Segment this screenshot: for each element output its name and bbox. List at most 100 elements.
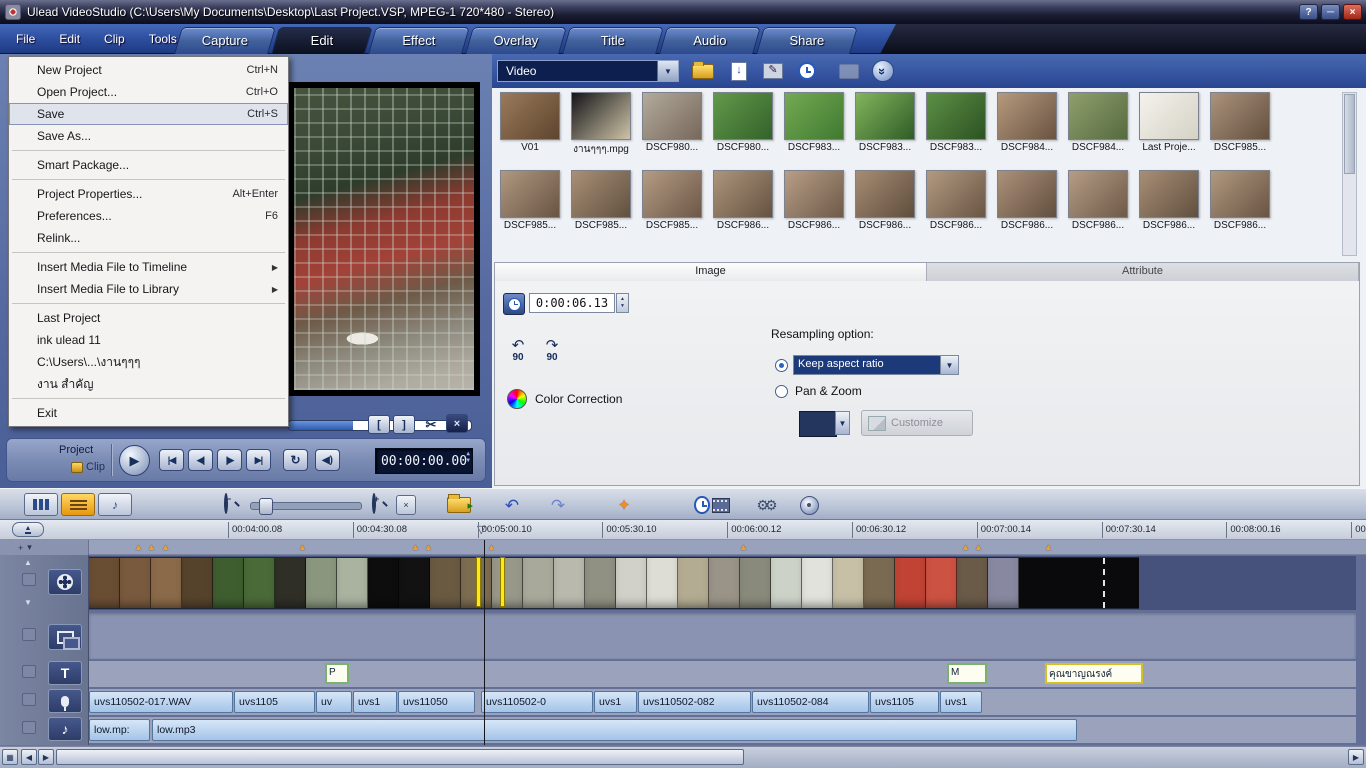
file-menu-item[interactable]: Insert Media File to Library ▶ — [9, 278, 288, 300]
video-frame-thumbnail[interactable] — [554, 558, 585, 608]
zoom-slider-thumb[interactable] — [259, 498, 273, 515]
redo-button[interactable]: ↷ — [544, 493, 572, 517]
library-thumbnail[interactable]: งานๆๆๆ.mpg — [569, 92, 633, 157]
timeline-ruler[interactable]: ▲ ▽ 00:04:00.08 00:04:30.08 00:05:00.10 00:… — [0, 520, 1366, 540]
video-frame-thumbnail[interactable] — [740, 558, 771, 608]
library-thumbnail[interactable]: DSCF985... — [1208, 92, 1272, 157]
undo-button[interactable]: ↶ — [498, 493, 526, 517]
scroll-right-end-button[interactable]: ▶ — [1348, 749, 1364, 765]
track-manager-button[interactable] — [22, 573, 36, 586]
library-thumbnail[interactable]: DSCF986... — [1066, 170, 1130, 231]
menu-tools[interactable]: Tools — [149, 32, 177, 46]
voice-clip[interactable]: uvs1105 — [234, 691, 315, 713]
timeline-view-button[interactable] — [61, 493, 95, 516]
library-thumbnail[interactable]: DSCF983... — [924, 92, 988, 157]
library-thumbnail[interactable]: DSCF986... — [995, 170, 1059, 231]
library-thumbnail[interactable]: DSCF980... — [640, 92, 704, 157]
tab-audio[interactable]: Audio — [659, 27, 761, 54]
rotate-left-button[interactable]: ↶ 90 — [503, 338, 533, 371]
menu-clip[interactable]: Clip — [104, 32, 125, 46]
library-thumbnail[interactable]: DSCF985... — [498, 170, 562, 231]
voice-clip[interactable]: uvs110502-017.WAV — [89, 691, 233, 713]
play-mode-clip[interactable]: Clip — [71, 461, 105, 473]
video-frame-thumbnail[interactable] — [182, 558, 213, 608]
library-thumbnail[interactable]: DSCF986... — [711, 170, 775, 231]
trim-handle-left[interactable] — [476, 557, 481, 607]
mark-in-button[interactable]: [ — [368, 415, 390, 434]
video-frame-thumbnail[interactable] — [430, 558, 461, 608]
video-frame-thumbnail[interactable] — [368, 558, 399, 608]
video-frame-thumbnail[interactable] — [647, 558, 678, 608]
fit-project-button[interactable]: × — [396, 495, 416, 515]
library-thumbnail[interactable]: DSCF983... — [782, 92, 846, 157]
duration-field[interactable]: 0:00:06.13 — [529, 293, 615, 313]
file-menu-item[interactable]: New Project Ctrl+N — [9, 59, 288, 81]
menu-edit[interactable]: Edit — [59, 32, 80, 46]
video-frame-thumbnail[interactable] — [213, 558, 244, 608]
file-menu-item[interactable]: Project Properties... Alt+Enter — [9, 183, 288, 205]
library-thumbnail[interactable]: DSCF980... — [711, 92, 775, 157]
chapter-marker-icon[interactable]: ▲ — [424, 541, 433, 554]
customize-button[interactable]: Customize — [861, 410, 973, 436]
library-thumbnail[interactable]: DSCF986... — [1208, 170, 1272, 231]
overlay-track-button[interactable] — [48, 624, 82, 650]
file-menu-item[interactable]: Insert Media File to Timeline ▶ — [9, 256, 288, 278]
video-frame-thumbnail[interactable] — [306, 558, 337, 608]
library-thumbnail[interactable]: DSCF985... — [640, 170, 704, 231]
chapter-marker-icon[interactable]: ▲ — [161, 541, 170, 554]
resampling-select[interactable]: Keep aspect ratio ▼ — [793, 355, 959, 375]
video-frame-thumbnail[interactable] — [957, 558, 988, 608]
tab-overlay[interactable]: Overlay — [465, 27, 567, 54]
file-menu-item[interactable]: ink ulead 11 — [9, 329, 288, 351]
pan-zoom-radio[interactable] — [775, 385, 788, 398]
file-menu-item[interactable]: Open Project... Ctrl+O — [9, 81, 288, 103]
voice-clip[interactable]: uvs1 — [353, 691, 397, 713]
close-button[interactable]: × — [1343, 4, 1362, 20]
storyboard-view-button[interactable] — [24, 493, 58, 516]
title-clip[interactable]: M — [947, 663, 987, 684]
batch-convert-button[interactable]: ✦ — [608, 493, 640, 517]
music-track-content[interactable]: low.mp: low.mp3 — [89, 717, 1356, 743]
trim-bar-progress[interactable] — [289, 421, 353, 430]
audio-view-button[interactable]: ♪ — [98, 493, 132, 516]
chapter-marker-icon[interactable]: ▲ — [298, 541, 307, 554]
tab-edit[interactable]: Edit — [271, 27, 373, 54]
chapter-marker-icon[interactable]: ▲ — [134, 541, 143, 554]
marker-row[interactable]: + ▾ ▲ ▲ ▲ ▲ ▲ ▲ ▲ ▲ ▲ ▲ ▲ — [0, 540, 1366, 555]
tab-attribute[interactable]: Attribute — [927, 263, 1359, 281]
voice-clip[interactable]: uv — [316, 691, 352, 713]
video-frame-thumbnail[interactable] — [802, 558, 833, 608]
repeat-button[interactable]: ↻ — [283, 449, 308, 471]
video-frame-thumbnail[interactable] — [833, 558, 864, 608]
file-menu-item[interactable]: Exit — [9, 402, 288, 424]
create-disc-button[interactable] — [794, 493, 824, 517]
tab-capture[interactable]: Capture — [174, 27, 276, 54]
voice-clip[interactable]: uvs110502-082 — [638, 691, 751, 713]
resampling-arrow-icon[interactable]: ▼ — [940, 356, 958, 374]
help-button[interactable]: ? — [1299, 4, 1318, 20]
end-button[interactable]: ▶| — [246, 449, 271, 471]
playhead-line[interactable] — [484, 540, 485, 745]
video-frame-thumbnail[interactable] — [709, 558, 740, 608]
voice-clip[interactable]: uvs11050 — [398, 691, 475, 713]
library-thumbnail[interactable]: DSCF983... — [853, 92, 917, 157]
black-video-clip[interactable] — [1019, 558, 1139, 608]
library-scrollbar-thumb[interactable] — [1344, 94, 1355, 174]
title-bar[interactable]: Ulead VideoStudio (C:\Users\My Documents… — [0, 0, 1366, 24]
duration-clock-button[interactable] — [503, 293, 525, 315]
file-menu-item[interactable]: Save As... — [9, 125, 288, 147]
voice-clip[interactable]: uvs110502-084 — [752, 691, 869, 713]
library-thumbnail[interactable]: DSCF984... — [995, 92, 1059, 157]
file-menu-item[interactable]: Save Ctrl+S — [9, 103, 288, 125]
video-frame-thumbnail[interactable] — [151, 558, 182, 608]
insert-media-button[interactable] — [444, 493, 474, 517]
play-button[interactable]: ▶ — [119, 445, 150, 476]
keep-aspect-radio[interactable] — [775, 359, 788, 372]
playback-timecode[interactable]: 00:00:00.00 ▲ ▼ — [375, 448, 473, 474]
tab-image[interactable]: Image — [495, 263, 927, 281]
library-category-arrow-icon[interactable]: ▼ — [657, 61, 678, 81]
chapter-marker-icon[interactable]: ▲ — [974, 541, 983, 554]
load-media-button[interactable] — [690, 60, 716, 82]
overlay-track-toggle[interactable] — [22, 628, 36, 641]
system-volume-button[interactable]: ◀) — [315, 449, 340, 471]
